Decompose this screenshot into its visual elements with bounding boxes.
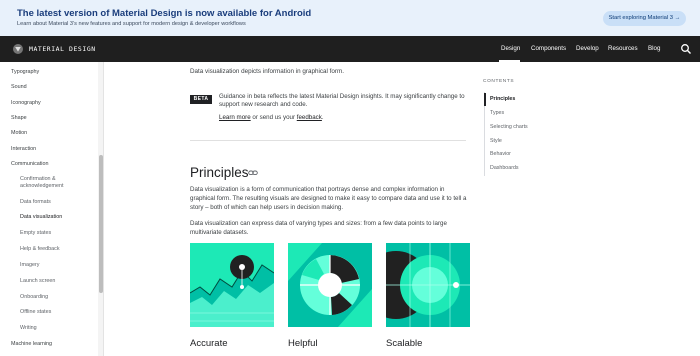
toc-active-indicator: [484, 93, 486, 106]
search-icon[interactable]: [680, 43, 692, 55]
toc-item-behavior[interactable]: Behavior: [490, 151, 511, 157]
card-title-scalable: Scalable: [386, 338, 423, 349]
learn-more-link[interactable]: Learn more: [219, 114, 251, 121]
toc-item-style[interactable]: Style: [490, 138, 502, 144]
nav-develop[interactable]: Develop: [576, 45, 599, 52]
sidebar-item-imagery[interactable]: Imagery: [20, 262, 39, 269]
toc-item-selecting-charts[interactable]: Selecting charts: [490, 124, 528, 130]
toc-label: CONTENTS: [483, 79, 515, 84]
principles-paragraph-2: Data visualization can express data of v…: [190, 220, 447, 236]
sidebar-item-writing[interactable]: Writing: [20, 325, 37, 332]
toc-item-dashboards[interactable]: Dashboards: [490, 165, 519, 171]
beta-badge: BETA: [190, 95, 212, 104]
sidebar-item-machine-learning[interactable]: Machine learning: [11, 341, 52, 348]
sidebar-item-data-formats[interactable]: Data formats: [20, 199, 51, 206]
sidebar-item-shape[interactable]: Shape: [11, 115, 27, 122]
sidebar-scrollbar-thumb[interactable]: [99, 155, 103, 293]
top-navigation: MATERIAL DESIGN Design Components Develo…: [0, 36, 700, 62]
brand-name[interactable]: MATERIAL DESIGN: [29, 45, 96, 53]
link-icon[interactable]: [248, 169, 258, 177]
beta-notice-text: Guidance in beta reflects the latest Mat…: [219, 93, 465, 109]
card-title-accurate: Accurate: [190, 338, 228, 349]
principles-heading: Principles: [190, 165, 249, 180]
sidebar-item-data-visualization[interactable]: Data visualization: [20, 214, 62, 221]
sidebar-item-confirmation[interactable]: Confirmation &: [20, 176, 56, 183]
nav-blog[interactable]: Blog: [648, 45, 660, 52]
sidebar-item-empty-states[interactable]: Empty states: [20, 230, 51, 237]
material-logo-icon[interactable]: [13, 44, 23, 54]
banner-title: The latest version of Material Design is…: [17, 8, 312, 19]
beta-links: Learn more or send us your feedback.: [219, 114, 324, 121]
beta-links-connector: or send us your: [250, 114, 297, 121]
sidebar-item-interaction[interactable]: Interaction: [11, 146, 36, 153]
sidebar-item-launch-screen[interactable]: Launch screen: [20, 278, 55, 285]
principles-paragraph-1: Data visualization is a form of communic…: [190, 186, 467, 211]
sidebar-item-motion[interactable]: Motion: [11, 130, 27, 137]
banner-subtitle: Learn about Material 3’s new features an…: [17, 21, 246, 27]
arrow-right-icon: →: [674, 15, 681, 21]
sidebar-item-offline-states[interactable]: Offline states: [20, 309, 51, 316]
sidebar-item-acknowledgement[interactable]: acknowledgement: [20, 183, 63, 190]
beta-links-period: .: [321, 114, 324, 121]
toc-item-principles[interactable]: Principles: [490, 96, 515, 102]
accurate-illustration: [190, 243, 274, 327]
sidebar-item-help-feedback[interactable]: Help & feedback: [20, 246, 60, 253]
nav-active-indicator: [499, 60, 520, 62]
nav-resources[interactable]: Resources: [608, 45, 638, 52]
section-divider: [190, 140, 466, 141]
helpful-illustration: [288, 243, 372, 327]
sidebar-item-communication[interactable]: Communication: [11, 161, 48, 168]
toc-item-types[interactable]: Types: [490, 110, 504, 116]
nav-design[interactable]: Design: [501, 45, 520, 52]
sidebar-nav: Typography Sound Iconography Shape Motio…: [0, 62, 104, 356]
start-exploring-label: Start exploring Material 3: [608, 15, 674, 21]
feedback-link[interactable]: feedback: [297, 114, 322, 121]
start-exploring-button[interactable]: Start exploring Material 3 →: [603, 11, 686, 26]
intro-text: Data visualization depicts information i…: [190, 68, 344, 75]
sidebar-item-sound[interactable]: Sound: [11, 84, 27, 91]
sidebar-item-iconography[interactable]: Iconography: [11, 100, 41, 107]
sidebar-item-typography[interactable]: Typography: [11, 69, 39, 76]
nav-components[interactable]: Components: [531, 45, 566, 52]
scalable-illustration: [386, 243, 470, 327]
sidebar-item-onboarding[interactable]: Onboarding: [20, 294, 48, 301]
card-title-helpful: Helpful: [288, 338, 318, 349]
announcement-banner: The latest version of Material Design is…: [0, 0, 700, 36]
